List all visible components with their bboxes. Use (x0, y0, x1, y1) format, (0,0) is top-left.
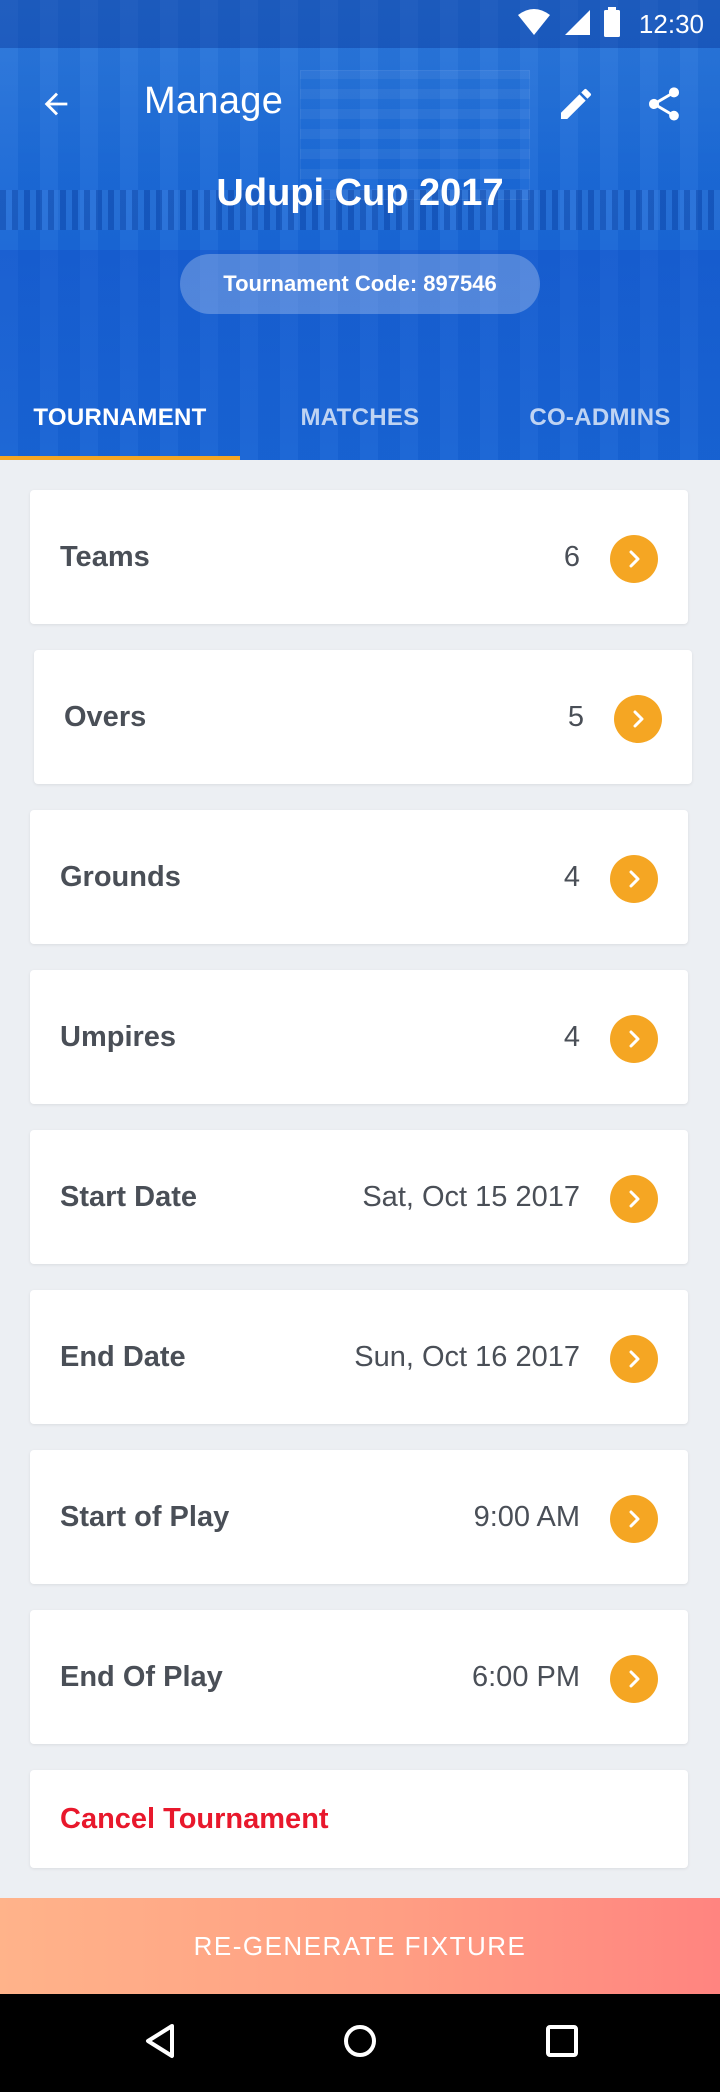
chevron-right-icon[interactable] (610, 535, 658, 583)
chevron-right-icon[interactable] (610, 855, 658, 903)
tab-matches[interactable]: MATCHES (240, 376, 480, 460)
page-title: Manage (144, 80, 284, 122)
signal-icon (563, 8, 591, 41)
nav-recents-button[interactable] (532, 2013, 592, 2073)
system-navigation-bar (0, 1994, 720, 2092)
setting-label: Start of Play (60, 1500, 230, 1533)
share-icon (644, 84, 684, 129)
setting-value: 6 (563, 540, 580, 573)
setting-value: 6:00 PM (472, 1660, 580, 1693)
status-bar: 12:30 (0, 0, 720, 48)
back-arrow-icon (39, 87, 73, 126)
setting-label: Grounds (60, 860, 181, 893)
header-banner: 12:30 Manage Udupi Cup 2017 Tournament C… (0, 0, 720, 460)
chevron-right-icon[interactable] (610, 1655, 658, 1703)
setting-value: 9:00 AM (473, 1500, 580, 1533)
setting-label: End Of Play (60, 1660, 223, 1693)
tab-co-admins[interactable]: CO-ADMINS (480, 376, 720, 460)
edit-pencil-icon (556, 84, 596, 129)
regenerate-fixture-button[interactable]: RE-GENERATE FIXTURE (0, 1898, 720, 1994)
setting-value: Sat, Oct 15 2017 (362, 1180, 580, 1213)
setting-value: 4 (563, 860, 580, 893)
setting-label: Start Date (60, 1180, 197, 1213)
back-button[interactable] (28, 78, 84, 134)
tournament-code-badge[interactable]: Tournament Code: 897546 (180, 254, 540, 314)
cancel-tournament-button[interactable]: Cancel Tournament (30, 1770, 688, 1868)
home-circle-icon (342, 2023, 378, 2064)
wifi-icon (517, 8, 551, 41)
setting-row-end-date[interactable]: End Date Sun, Oct 16 2017 (30, 1290, 688, 1424)
chevron-right-icon[interactable] (614, 695, 662, 743)
tab-tournament[interactable]: TOURNAMENT (0, 376, 240, 460)
toolbar: Manage (0, 48, 720, 160)
cancel-tournament-label: Cancel Tournament (60, 1802, 329, 1835)
status-time: 12:30 (638, 8, 704, 39)
tab-bar: TOURNAMENT MATCHES CO-ADMINS (0, 376, 720, 460)
setting-row-grounds[interactable]: Grounds 4 (30, 810, 688, 944)
setting-row-start-of-play[interactable]: Start of Play 9:00 AM (30, 1450, 688, 1584)
nav-back-button[interactable] (130, 2013, 190, 2073)
setting-value: 4 (563, 1020, 580, 1053)
nav-home-button[interactable] (330, 2013, 390, 2073)
setting-row-umpires[interactable]: Umpires 4 (30, 970, 688, 1104)
edit-button[interactable] (548, 78, 604, 134)
setting-row-overs[interactable]: Overs 5 (34, 650, 692, 784)
setting-label: Teams (60, 540, 150, 573)
recents-square-icon (545, 2024, 579, 2063)
setting-value: 5 (567, 700, 584, 733)
tournament-name: Udupi Cup 2017 (216, 172, 504, 214)
setting-label: Umpires (60, 1020, 177, 1053)
setting-row-end-of-play[interactable]: End Of Play 6:00 PM (30, 1610, 688, 1744)
chevron-right-icon[interactable] (610, 1335, 658, 1383)
chevron-right-icon[interactable] (610, 1015, 658, 1063)
setting-label: End Date (60, 1340, 186, 1373)
setting-row-start-date[interactable]: Start Date Sat, Oct 15 2017 (30, 1130, 688, 1264)
setting-value: Sun, Oct 16 2017 (354, 1340, 580, 1373)
back-triangle-icon (143, 2023, 177, 2064)
battery-icon (603, 6, 621, 42)
setting-row-teams[interactable]: Teams 6 (30, 490, 688, 624)
chevron-right-icon[interactable] (610, 1175, 658, 1223)
chevron-right-icon[interactable] (610, 1495, 658, 1543)
setting-label: Overs (64, 700, 147, 733)
share-button[interactable] (636, 78, 692, 134)
